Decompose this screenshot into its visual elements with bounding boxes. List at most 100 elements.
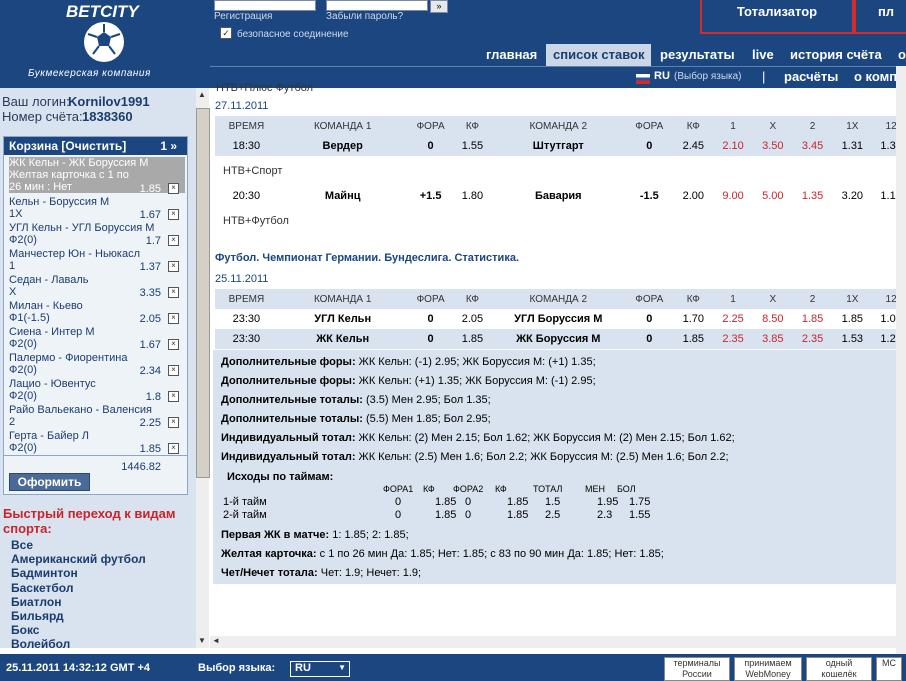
table-cell[interactable]: 3.20	[832, 186, 872, 206]
nav-live[interactable]: live	[752, 47, 774, 62]
sport-link[interactable]: Бокс	[11, 623, 39, 637]
horizontal-scrollbar[interactable]: ◄	[210, 636, 896, 648]
table-cell[interactable]: 1.70	[673, 309, 714, 329]
table-cell[interactable]: 1.35	[793, 186, 833, 206]
webmoney-badge[interactable]: принимаем WebMoney	[734, 657, 802, 681]
terminals-badge[interactable]: терминалы России	[664, 657, 730, 681]
basket-item[interactable]: Сиена - Интер М Ф2(0) 1.67 ×	[9, 326, 185, 351]
right-scrollbar[interactable]	[896, 66, 906, 654]
half-cell[interactable]: 1.55	[629, 509, 650, 521]
half-cell[interactable]: 1.85	[435, 496, 456, 508]
secure-connection-checkbox[interactable]: ✓	[220, 27, 232, 39]
scroll-down-icon[interactable]: ▼	[198, 636, 206, 645]
left-scrollbar-thumb[interactable]	[196, 108, 210, 478]
nav-history[interactable]: история счёта	[790, 47, 882, 62]
table-cell[interactable]: 2.35	[792, 329, 833, 349]
remove-item-icon[interactable]: ×	[168, 417, 179, 428]
stat-text[interactable]: ЖК Кельн: (+1) 1.35; ЖК Боруссия М: (-1)…	[356, 375, 596, 387]
totalizator-button[interactable]: Тотализатор	[700, 0, 854, 34]
basket-item[interactable]: Райо Вальекано - Валенсия 2 2.25 ×	[9, 404, 185, 429]
stat-text[interactable]: ЖК Кельн: (2.5) Мен 1.6; Бол 2.2; ЖК Бор…	[355, 451, 729, 463]
sport-link[interactable]: Бильярд	[11, 609, 64, 623]
stat-text[interactable]: с 1 по 26 мин Да: 1.85; Нет: 1.85; с 83 …	[317, 548, 664, 560]
sport-link[interactable]: Волейбол	[11, 637, 70, 651]
remove-item-icon[interactable]: ×	[168, 365, 179, 376]
basket-item[interactable]: Палермо - Фиорентина Ф2(0) 2.34 ×	[9, 352, 185, 377]
mastercard-badge[interactable]: MC	[876, 657, 902, 681]
remove-item-icon[interactable]: ×	[168, 235, 179, 246]
table-cell[interactable]: 1.55	[453, 136, 492, 156]
remove-item-icon[interactable]: ×	[168, 313, 179, 324]
stat-text[interactable]: 1: 1.85; 2: 1.85;	[329, 529, 408, 541]
half-cell[interactable]: 1.95	[597, 496, 618, 508]
stat-text[interactable]: ЖК Кельн: (2) Мен 2.15; Бол 1.62; ЖК Бор…	[355, 432, 735, 444]
table-cell[interactable]: 8.50	[752, 309, 793, 329]
login-submit-button[interactable]: »	[430, 0, 448, 13]
password-input[interactable]	[326, 0, 428, 11]
scroll-up-icon[interactable]: ▲	[198, 90, 206, 99]
footer-language-select[interactable]: RU ▼	[290, 661, 350, 677]
language-select-link[interactable]: (Выбор языка)	[674, 71, 742, 82]
half-cell[interactable]: 1.85	[507, 496, 528, 508]
table-cell[interactable]: 1.53	[832, 329, 873, 349]
half-cell[interactable]: 1.85	[435, 509, 456, 521]
table-cell[interactable]: 3.50	[752, 136, 793, 156]
table-cell[interactable]: 1.80	[454, 186, 492, 206]
register-link[interactable]: Регистрация	[214, 11, 272, 22]
basket-item[interactable]: УГЛ Кельн - УГЛ Боруссия М Ф2(0) 1.7 ×	[9, 222, 185, 247]
stat-text[interactable]: (5.5) Мен 1.85; Бол 2.95;	[363, 413, 491, 425]
login-input[interactable]	[214, 0, 316, 11]
table-cell[interactable]: 1.85	[453, 329, 492, 349]
remove-item-icon[interactable]: ×	[168, 261, 179, 272]
basket-item[interactable]: Герта - Байер Л Ф2(0) 1.85 ×	[9, 430, 185, 455]
table-cell[interactable]: 5.00	[753, 186, 793, 206]
logo[interactable]: BETCITY Букмекерская компания	[0, 0, 210, 88]
section2-title[interactable]: Футбол. Чемпионат Германии. Бундеслига. …	[215, 252, 519, 264]
scroll-left-icon[interactable]: ◄	[212, 636, 220, 645]
basket-count[interactable]: 1 »	[160, 137, 177, 155]
half-cell[interactable]: 1.85	[507, 509, 528, 521]
basket-title[interactable]: Корзина [Очистить]	[9, 139, 126, 153]
remove-item-icon[interactable]: ×	[168, 339, 179, 350]
basket-item[interactable]: Кельн - Боруссия М 1X 1.67 ×	[9, 196, 185, 221]
table-cell[interactable]: 1.85	[673, 329, 714, 349]
sport-link[interactable]: Все	[11, 538, 33, 552]
forgot-password-link[interactable]: Забыли пароль?	[326, 11, 403, 22]
table-cell[interactable]: 3.85	[752, 329, 793, 349]
stat-text[interactable]: ЖК Кельн: (-1) 2.95; ЖК Боруссия М: (+1)…	[356, 356, 596, 368]
table-cell[interactable]: 1.85	[792, 309, 833, 329]
nav-home[interactable]: главная	[486, 47, 537, 62]
half-cell[interactable]: 2.3	[597, 509, 612, 521]
stat-text[interactable]: Чет: 1.9; Нечет: 1.9;	[318, 567, 421, 579]
nav-bet-list[interactable]: список ставок	[546, 44, 652, 66]
remove-item-icon[interactable]: ×	[168, 209, 179, 220]
sport-link[interactable]: Американский футбол	[11, 552, 146, 566]
nav-results[interactable]: результаты	[660, 47, 735, 62]
basket-item[interactable]: Седан - Лаваль X 3.35 ×	[9, 274, 185, 299]
remove-item-icon[interactable]: ×	[168, 287, 179, 298]
basket-item[interactable]: Лацио - Ювентус Ф2(0) 1.8 ×	[9, 378, 185, 403]
stat-text[interactable]: (3.5) Мен 2.95; Бол 1.35;	[363, 394, 491, 406]
half-cell[interactable]: 1.75	[629, 496, 650, 508]
table-cell[interactable]: 2.25	[713, 309, 753, 329]
sport-link[interactable]: Биатлон	[11, 595, 61, 609]
table-cell[interactable]: 2.05	[453, 309, 492, 329]
remove-item-icon[interactable]: ×	[168, 443, 179, 454]
table-cell[interactable]: 2.00	[673, 186, 713, 206]
basket-item[interactable]: Манчестер Юн - Ньюкасл 1 1.37 ×	[9, 248, 185, 273]
remove-item-icon[interactable]: ×	[168, 183, 179, 194]
table-cell[interactable]: 1.85	[832, 309, 873, 329]
top-right-button[interactable]: пл	[854, 0, 906, 34]
place-bet-button[interactable]: Оформить	[9, 473, 90, 491]
table-cell[interactable]: 2.45	[673, 136, 714, 156]
table-cell[interactable]: 3.45	[792, 136, 833, 156]
remove-item-icon[interactable]: ×	[168, 391, 179, 402]
table-cell[interactable]: 1.31	[832, 136, 873, 156]
sport-link[interactable]: Баскетбол	[11, 581, 73, 595]
table-cell[interactable]: 2.10	[713, 136, 753, 156]
wallet-badge[interactable]: одный кошелёк	[806, 657, 872, 681]
basket-item[interactable]: Милан - Кьево Ф1(-1.5) 2.05 ×	[9, 300, 185, 325]
nav-accounts[interactable]: расчёты	[784, 69, 838, 84]
table-cell[interactable]: 2.35	[713, 329, 753, 349]
nav-more[interactable]: о	[898, 47, 906, 62]
